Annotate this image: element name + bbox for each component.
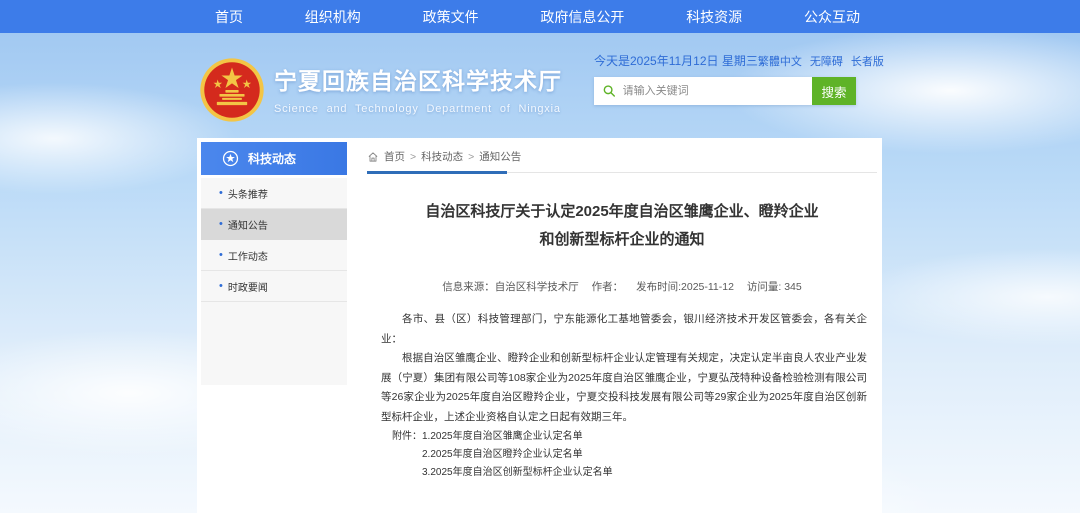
meta-author: 作者： — [592, 281, 624, 293]
meta-publish-time: 发布时间:2025-11-12 — [636, 281, 734, 293]
search-bar: 搜索 — [594, 77, 856, 105]
breadcrumb: 首页 > 科技动态 > 通知公告 — [367, 149, 521, 164]
sidebar: 科技动态 • 头条推荐 • 通知公告 • 工作动态 — [201, 142, 347, 385]
today-date: 今天是2025年11月12日 星期三 — [594, 52, 758, 69]
article-title: 自治区科技厅关于认定2025年度自治区雏鹰企业、瞪羚企业 和创新型标杆企业的通知 — [367, 198, 877, 254]
page: 首页 组织机构 政策文件 政府信息公开 科技资源 公众互动 宁夏回族自治区科学技… — [0, 0, 1080, 513]
nav-item-policy-documents[interactable]: 政策文件 — [423, 7, 479, 27]
bullet-icon: • — [219, 250, 223, 261]
sidebar-item-work-dynamics[interactable]: • 工作动态 — [201, 240, 347, 271]
search-button[interactable]: 搜索 — [812, 77, 856, 105]
site-title-block: 宁夏回族自治区科学技术厅 Science and Technology Depa… — [274, 62, 562, 115]
article-title-line2: 和创新型标杆企业的通知 — [367, 226, 877, 254]
sidebar-title[interactable]: 科技动态 — [201, 142, 347, 175]
content-panel: 科技动态 • 头条推荐 • 通知公告 • 工作动态 — [197, 138, 882, 513]
breadcrumb-notices[interactable]: 通知公告 — [479, 149, 521, 164]
sidebar-item-current-politics[interactable]: • 时政要闻 — [201, 271, 347, 302]
meta-source: 信息来源：自治区科学技术厅 — [442, 281, 579, 293]
search-icon — [603, 84, 616, 98]
nav-item-gov-info[interactable]: 政府信息公开 — [540, 7, 624, 27]
top-nav: 首页 组织机构 政策文件 政府信息公开 科技资源 公众互动 — [0, 0, 1080, 33]
breadcrumb-separator: > — [468, 151, 474, 163]
nav-item-public-interaction[interactable]: 公众互动 — [804, 7, 860, 27]
search-input[interactable] — [623, 85, 803, 97]
bullet-icon: • — [219, 219, 223, 230]
meta-views: 访问量: 345 — [747, 281, 802, 293]
nav-item-tech-resources[interactable]: 科技资源 — [686, 7, 742, 27]
article-body: 各市、县（区）科技管理部门，宁东能源化工基地管委会，银川经济技术开发区管委会，各… — [381, 310, 867, 427]
home-icon — [367, 151, 379, 163]
attachments-label: 附件： — [392, 428, 422, 482]
quick-links: 繁體中文 无障碍 长者版 — [758, 53, 884, 69]
breadcrumb-divider-accent — [367, 171, 507, 174]
national-emblem-logo[interactable] — [199, 57, 265, 123]
sidebar-item-headlines[interactable]: • 头条推荐 — [201, 178, 347, 209]
sidebar-menu: • 头条推荐 • 通知公告 • 工作动态 • 时政要闻 — [201, 178, 347, 385]
sidebar-item-notices[interactable]: • 通知公告 — [201, 209, 347, 240]
sidebar-item-label: 工作动态 — [228, 248, 268, 263]
attachments: 附件： 1.2025年度自治区雏鹰企业认定名单 2.2025年度自治区瞪羚企业认… — [392, 428, 613, 482]
attachment-list: 1.2025年度自治区雏鹰企业认定名单 2.2025年度自治区瞪羚企业认定名单 … — [422, 428, 613, 482]
star-compass-icon — [222, 150, 239, 167]
attachment-link-gazelle-list[interactable]: 2.2025年度自治区瞪羚企业认定名单 — [422, 446, 613, 464]
link-senior-version[interactable]: 长者版 — [851, 53, 884, 69]
site-subtitle: Science and Technology Department of Nin… — [274, 103, 562, 115]
article-paragraph: 各市、县（区）科技管理部门，宁东能源化工基地管委会，银川经济技术开发区管委会，各… — [381, 310, 867, 349]
search-box — [594, 77, 812, 105]
breadcrumb-home[interactable]: 首页 — [384, 149, 405, 164]
date-row: 今天是2025年11月12日 星期三 繁體中文 无障碍 长者版 — [594, 52, 872, 69]
top-nav-items: 首页 组织机构 政策文件 政府信息公开 科技资源 公众互动 — [215, 7, 860, 27]
article-meta: 信息来源：自治区科学技术厅 作者： 发布时间:2025-11-12 访问量: 3… — [367, 279, 877, 294]
sidebar-item-label: 通知公告 — [228, 217, 268, 232]
article-title-line1: 自治区科技厅关于认定2025年度自治区雏鹰企业、瞪羚企业 — [367, 198, 877, 226]
breadcrumb-separator: > — [410, 151, 416, 163]
sidebar-title-label: 科技动态 — [248, 150, 296, 167]
nav-item-home[interactable]: 首页 — [215, 7, 243, 27]
attachment-link-eagle-list[interactable]: 1.2025年度自治区雏鹰企业认定名单 — [422, 428, 613, 446]
bullet-icon: • — [219, 281, 223, 292]
bullet-icon: • — [219, 188, 223, 199]
nav-item-organization[interactable]: 组织机构 — [305, 7, 361, 27]
attachment-link-benchmark-list[interactable]: 3.2025年度自治区创新型标杆企业认定名单 — [422, 464, 613, 482]
header-right: 今天是2025年11月12日 星期三 繁體中文 无障碍 长者版 搜索 — [594, 52, 872, 105]
article-paragraph: 根据自治区雏鹰企业、瞪羚企业和创新型标杆企业认定管理有关规定，决定认定半亩良人农… — [381, 349, 867, 427]
breadcrumb-tech-dynamics[interactable]: 科技动态 — [421, 149, 463, 164]
link-accessibility[interactable]: 无障碍 — [810, 53, 843, 69]
sidebar-item-label: 头条推荐 — [228, 186, 268, 201]
sidebar-item-label: 时政要闻 — [228, 279, 268, 294]
link-traditional-chinese[interactable]: 繁體中文 — [758, 53, 802, 69]
sky-background: 宁夏回族自治区科学技术厅 Science and Technology Depa… — [0, 33, 1080, 513]
site-title: 宁夏回族自治区科学技术厅 — [274, 62, 562, 96]
